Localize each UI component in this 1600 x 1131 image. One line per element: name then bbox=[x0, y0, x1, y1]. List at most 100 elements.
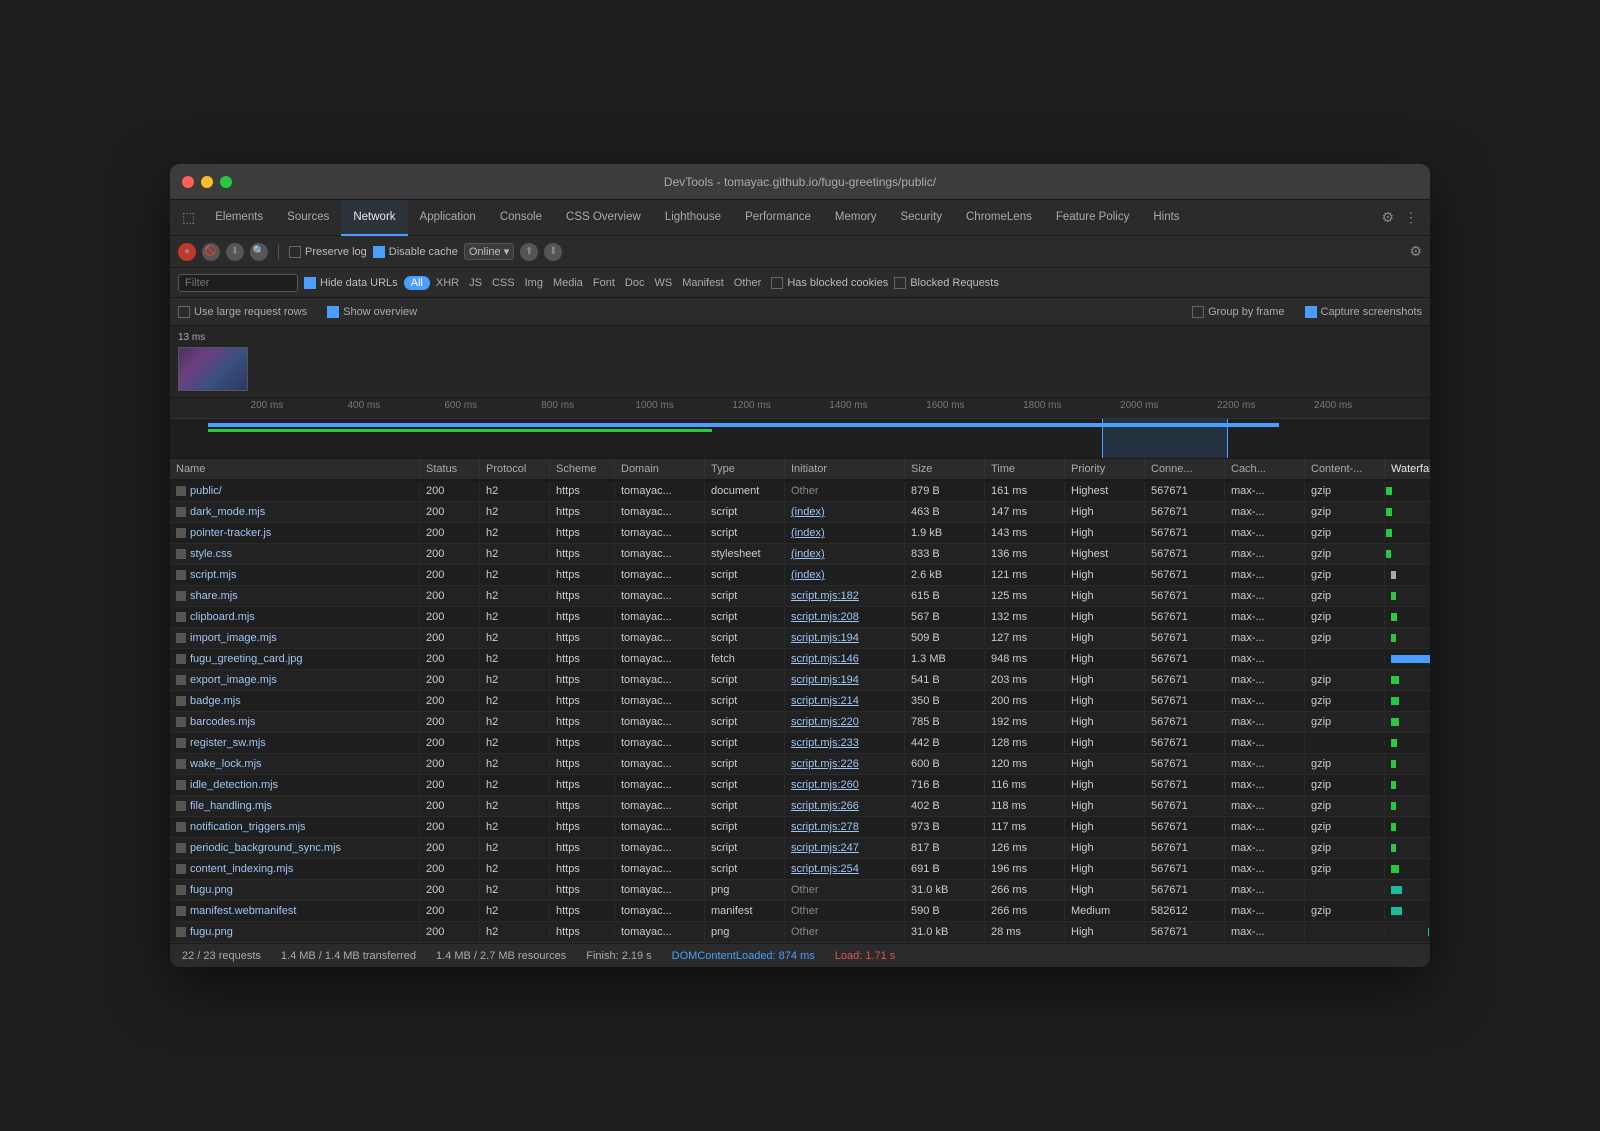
maximize-button[interactable] bbox=[220, 176, 232, 188]
th-content--[interactable]: Content-... bbox=[1305, 459, 1385, 479]
filter-input[interactable] bbox=[178, 274, 298, 292]
table-row[interactable]: wake_lock.mjs200h2httpstomayac...scripts… bbox=[170, 754, 1430, 775]
download-icon[interactable]: ⬇ bbox=[544, 243, 562, 261]
name-cell[interactable]: pointer-tracker.js bbox=[170, 524, 420, 542]
table-row[interactable]: badge.mjs200h2httpstomayac...scriptscrip… bbox=[170, 691, 1430, 712]
filter-tag-manifest[interactable]: Manifest bbox=[678, 276, 728, 290]
table-row[interactable]: fugu.png200h2httpstomayac...pngOther31.0… bbox=[170, 922, 1430, 943]
th-status[interactable]: Status bbox=[420, 459, 480, 479]
table-row[interactable]: import_image.mjs200h2httpstomayac...scri… bbox=[170, 628, 1430, 649]
capture-screenshots-option[interactable]: Capture screenshots bbox=[1305, 306, 1423, 318]
th-cach-[interactable]: Cach... bbox=[1225, 459, 1305, 479]
tab-network[interactable]: Network bbox=[341, 200, 407, 236]
table-row[interactable]: public/200h2httpstomayac...documentOther… bbox=[170, 481, 1430, 502]
tab-css-overview[interactable]: CSS Overview bbox=[554, 200, 653, 236]
table-row[interactable]: fugu_greeting_card.jpg200h2httpstomayac.… bbox=[170, 649, 1430, 670]
name-cell[interactable]: content_indexing.mjs bbox=[170, 860, 420, 878]
close-button[interactable] bbox=[182, 176, 194, 188]
tab-performance[interactable]: Performance bbox=[733, 200, 823, 236]
filter-tag-img[interactable]: Img bbox=[521, 276, 547, 290]
filter-tag-css[interactable]: CSS bbox=[488, 276, 519, 290]
tab-feature-policy[interactable]: Feature Policy bbox=[1044, 200, 1142, 236]
search-button[interactable]: 🔍 bbox=[250, 243, 268, 261]
filter-tag-all[interactable]: All bbox=[404, 276, 430, 290]
has-blocked-cookies-checkbox[interactable]: Has blocked cookies bbox=[771, 277, 888, 289]
name-cell[interactable]: notification_triggers.mjs bbox=[170, 818, 420, 836]
filter-tag-media[interactable]: Media bbox=[549, 276, 587, 290]
filter-tag-ws[interactable]: WS bbox=[650, 276, 676, 290]
name-cell[interactable]: file_handling.mjs bbox=[170, 797, 420, 815]
th-type[interactable]: Type bbox=[705, 459, 785, 479]
name-cell[interactable]: badge.mjs bbox=[170, 692, 420, 710]
tab-security[interactable]: Security bbox=[888, 200, 954, 236]
throttle-select[interactable]: Online ▾ bbox=[464, 243, 514, 260]
clear-button[interactable]: 🚫 bbox=[202, 243, 220, 261]
blocked-requests-checkbox[interactable]: Blocked Requests bbox=[894, 277, 999, 289]
settings-icon[interactable]: ⚙ bbox=[1381, 209, 1394, 226]
table-row[interactable]: export_image.mjs200h2httpstomayac...scri… bbox=[170, 670, 1430, 691]
th-initiator[interactable]: Initiator bbox=[785, 459, 905, 479]
filter-tag-js[interactable]: JS bbox=[465, 276, 486, 290]
name-cell[interactable]: clipboard.mjs bbox=[170, 608, 420, 626]
table-row[interactable]: dark_mode.mjs200h2httpstomayac...script(… bbox=[170, 502, 1430, 523]
name-cell[interactable]: public/ bbox=[170, 482, 420, 500]
name-cell[interactable]: wake_lock.mjs bbox=[170, 755, 420, 773]
th-scheme[interactable]: Scheme bbox=[550, 459, 615, 479]
table-row[interactable]: periodic_background_sync.mjs200h2httpsto… bbox=[170, 838, 1430, 859]
name-cell[interactable]: fugu.png bbox=[170, 923, 420, 941]
th-protocol[interactable]: Protocol bbox=[480, 459, 550, 479]
hide-data-urls-checkbox[interactable]: Hide data URLs bbox=[304, 277, 398, 289]
timeline-tracks[interactable] bbox=[170, 418, 1430, 458]
name-cell[interactable]: idle_detection.mjs bbox=[170, 776, 420, 794]
th-waterfall[interactable]: Waterfall ▲ bbox=[1385, 459, 1430, 479]
table-row[interactable]: file_handling.mjs200h2httpstomayac...scr… bbox=[170, 796, 1430, 817]
table-row[interactable]: fugu.png200h2httpstomayac...pngOther31.0… bbox=[170, 880, 1430, 901]
name-cell[interactable]: periodic_background_sync.mjs bbox=[170, 839, 420, 857]
tab-lighthouse[interactable]: Lighthouse bbox=[653, 200, 733, 236]
table-row[interactable]: notification_triggers.mjs200h2httpstomay… bbox=[170, 817, 1430, 838]
record-button[interactable]: ● bbox=[178, 243, 196, 261]
table-row[interactable]: manifest.webmanifest200h2httpstomayac...… bbox=[170, 901, 1430, 922]
tab-application[interactable]: Application bbox=[408, 200, 488, 236]
upload-icon[interactable]: ⬆ bbox=[520, 243, 538, 261]
name-cell[interactable]: script.mjs bbox=[170, 566, 420, 584]
large-rows-option[interactable]: Use large request rows bbox=[178, 306, 307, 318]
filter-tag-other[interactable]: Other bbox=[730, 276, 766, 290]
th-name[interactable]: Name bbox=[170, 459, 420, 479]
tab-sources[interactable]: Sources bbox=[275, 200, 341, 236]
name-cell[interactable]: barcodes.mjs bbox=[170, 713, 420, 731]
name-cell[interactable]: manifest.webmanifest bbox=[170, 902, 420, 920]
show-overview-option[interactable]: Show overview bbox=[327, 306, 417, 318]
table-row[interactable]: barcodes.mjs200h2httpstomayac...scriptsc… bbox=[170, 712, 1430, 733]
table-row[interactable]: idle_detection.mjs200h2httpstomayac...sc… bbox=[170, 775, 1430, 796]
name-cell[interactable]: fugu.png bbox=[170, 881, 420, 899]
filter-icon-btn[interactable]: ⬇ bbox=[226, 243, 244, 261]
name-cell[interactable]: register_sw.mjs bbox=[170, 734, 420, 752]
disable-cache-checkbox[interactable]: Disable cache bbox=[373, 246, 458, 258]
tab-memory[interactable]: Memory bbox=[823, 200, 889, 236]
th-time[interactable]: Time bbox=[985, 459, 1065, 479]
more-options-icon[interactable]: ⋮ bbox=[1404, 209, 1418, 226]
th-size[interactable]: Size bbox=[905, 459, 985, 479]
th-priority[interactable]: Priority bbox=[1065, 459, 1145, 479]
table-row[interactable]: clipboard.mjs200h2httpstomayac...scripts… bbox=[170, 607, 1430, 628]
table-row[interactable]: script.mjs200h2httpstomayac...script(ind… bbox=[170, 565, 1430, 586]
tab-console[interactable]: Console bbox=[488, 200, 554, 236]
name-cell[interactable]: export_image.mjs bbox=[170, 671, 420, 689]
table-row[interactable]: register_sw.mjs200h2httpstomayac...scrip… bbox=[170, 733, 1430, 754]
table-row[interactable]: style.css200h2httpstomayac...stylesheet(… bbox=[170, 544, 1430, 565]
table-row[interactable]: pointer-tracker.js200h2httpstomayac...sc… bbox=[170, 523, 1430, 544]
filter-tag-xhr[interactable]: XHR bbox=[432, 276, 463, 290]
name-cell[interactable]: share.mjs bbox=[170, 587, 420, 605]
group-by-frame-option[interactable]: Group by frame bbox=[1192, 306, 1284, 318]
th-conne-[interactable]: Conne... bbox=[1145, 459, 1225, 479]
minimize-button[interactable] bbox=[201, 176, 213, 188]
name-cell[interactable]: fugu_greeting_card.jpg bbox=[170, 650, 420, 668]
filter-tag-doc[interactable]: Doc bbox=[621, 276, 649, 290]
th-domain[interactable]: Domain bbox=[615, 459, 705, 479]
name-cell[interactable]: dark_mode.mjs bbox=[170, 503, 420, 521]
filter-tag-font[interactable]: Font bbox=[589, 276, 619, 290]
preserve-log-checkbox[interactable]: Preserve log bbox=[289, 246, 367, 258]
table-row[interactable]: share.mjs200h2httpstomayac...scriptscrip… bbox=[170, 586, 1430, 607]
name-cell[interactable]: import_image.mjs bbox=[170, 629, 420, 647]
